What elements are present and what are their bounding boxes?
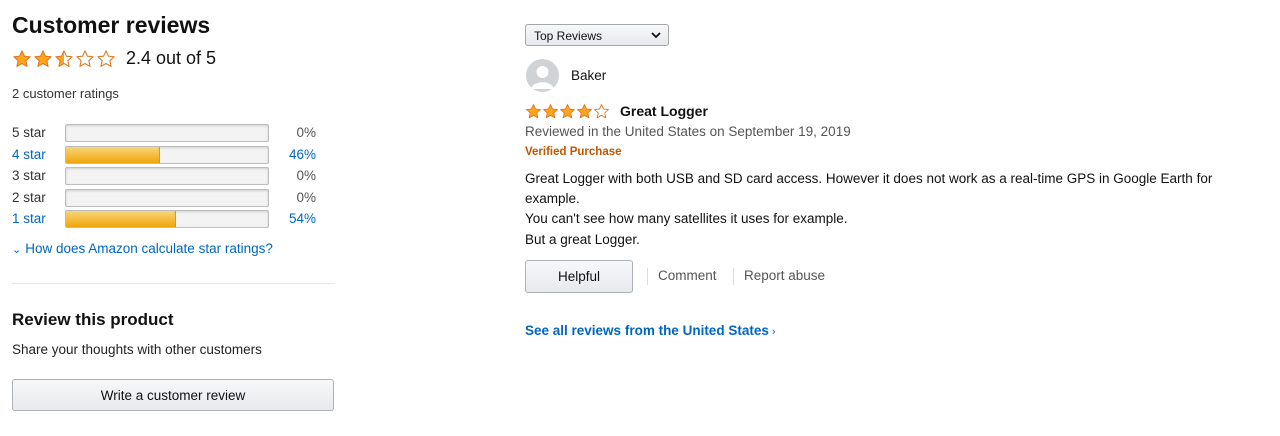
histogram-bar: [65, 124, 269, 142]
action-divider: [733, 268, 734, 285]
histogram-percent: 0%: [296, 168, 316, 183]
customer-reviews-heading: Customer reviews: [12, 12, 211, 38]
histogram-fill: [66, 211, 177, 227]
review-body-line: Great Logger with both USB and SD card a…: [525, 171, 1213, 186]
review-body-line: But a great Logger.: [525, 232, 640, 247]
how-ratings-calculated-text[interactable]: How does Amazon calculate star ratings?: [25, 241, 273, 256]
helpful-button[interactable]: Helpful: [525, 260, 633, 293]
sort-reviews-dropdown[interactable]: Top Reviews: [525, 24, 669, 46]
star-icon: [54, 49, 74, 69]
chevron-right-icon: ›: [771, 326, 776, 338]
star-icon: [576, 103, 593, 121]
star-icon: [33, 49, 53, 69]
chevron-down-icon: ⌄: [12, 244, 22, 256]
star-icon: [75, 49, 95, 69]
histogram-bar[interactable]: [65, 146, 269, 164]
star-icon: [12, 49, 32, 69]
overall-rating-text: 2.4 out of 5: [126, 48, 217, 68]
write-review-button[interactable]: Write a customer review: [12, 379, 334, 411]
histogram-fill: [66, 147, 160, 163]
histogram-label: 2 star: [12, 190, 46, 205]
histogram-bar: [65, 189, 269, 207]
histogram-percent[interactable]: 46%: [289, 147, 316, 162]
histogram-row-5-star: 5 star 0%: [12, 123, 322, 143]
review-date: Reviewed in the United States on Septemb…: [525, 124, 851, 139]
see-all-reviews-text[interactable]: See all reviews from the United States: [525, 323, 769, 338]
review-body-line: example.: [525, 191, 580, 206]
histogram-bar[interactable]: [65, 210, 269, 228]
histogram-row-1-star[interactable]: 1 star 54%: [12, 209, 322, 229]
histogram-row-3-star: 3 star 0%: [12, 166, 322, 186]
star-icon: [96, 49, 116, 69]
histogram-label[interactable]: 1 star: [12, 211, 46, 226]
star-icon: [542, 103, 559, 121]
report-abuse-link[interactable]: Report abuse: [744, 268, 825, 283]
see-all-reviews-link[interactable]: See all reviews from the United States ›: [525, 323, 776, 338]
histogram-percent: 0%: [296, 190, 316, 205]
action-divider: [647, 268, 648, 285]
reviewer-name[interactable]: Baker: [571, 68, 606, 83]
histogram-label: 5 star: [12, 125, 46, 140]
comment-link[interactable]: Comment: [658, 268, 717, 283]
review-title[interactable]: Great Logger: [620, 103, 708, 119]
histogram-percent: 0%: [296, 125, 316, 140]
overall-star-rating: [12, 49, 117, 69]
verified-purchase-badge[interactable]: Verified Purchase: [525, 146, 622, 158]
star-icon: [559, 103, 576, 121]
histogram-row-4-star[interactable]: 4 star 46%: [12, 145, 322, 165]
chevron-down-icon: [650, 29, 662, 44]
review-this-product-heading: Review this product: [12, 310, 174, 329]
histogram-label[interactable]: 4 star: [12, 147, 46, 162]
review-star-rating[interactable]: [525, 103, 610, 121]
how-ratings-calculated-link[interactable]: ⌄ How does Amazon calculate star ratings?: [12, 241, 273, 256]
review-body-line: You can't see how many satellites it use…: [525, 211, 848, 226]
histogram-bar: [65, 167, 269, 185]
histogram-row-2-star: 2 star 0%: [12, 188, 322, 208]
review-this-product-subtitle: Share your thoughts with other customers: [12, 342, 262, 357]
reviewer-avatar-icon: [526, 59, 559, 92]
ratings-count: 2 customer ratings: [12, 86, 119, 101]
histogram-percent[interactable]: 54%: [289, 211, 316, 226]
sort-selected-value[interactable]: Top Reviews: [534, 29, 602, 43]
section-divider: [12, 283, 335, 284]
star-icon: [525, 103, 542, 121]
histogram-label: 3 star: [12, 168, 46, 183]
star-icon: [593, 103, 610, 121]
